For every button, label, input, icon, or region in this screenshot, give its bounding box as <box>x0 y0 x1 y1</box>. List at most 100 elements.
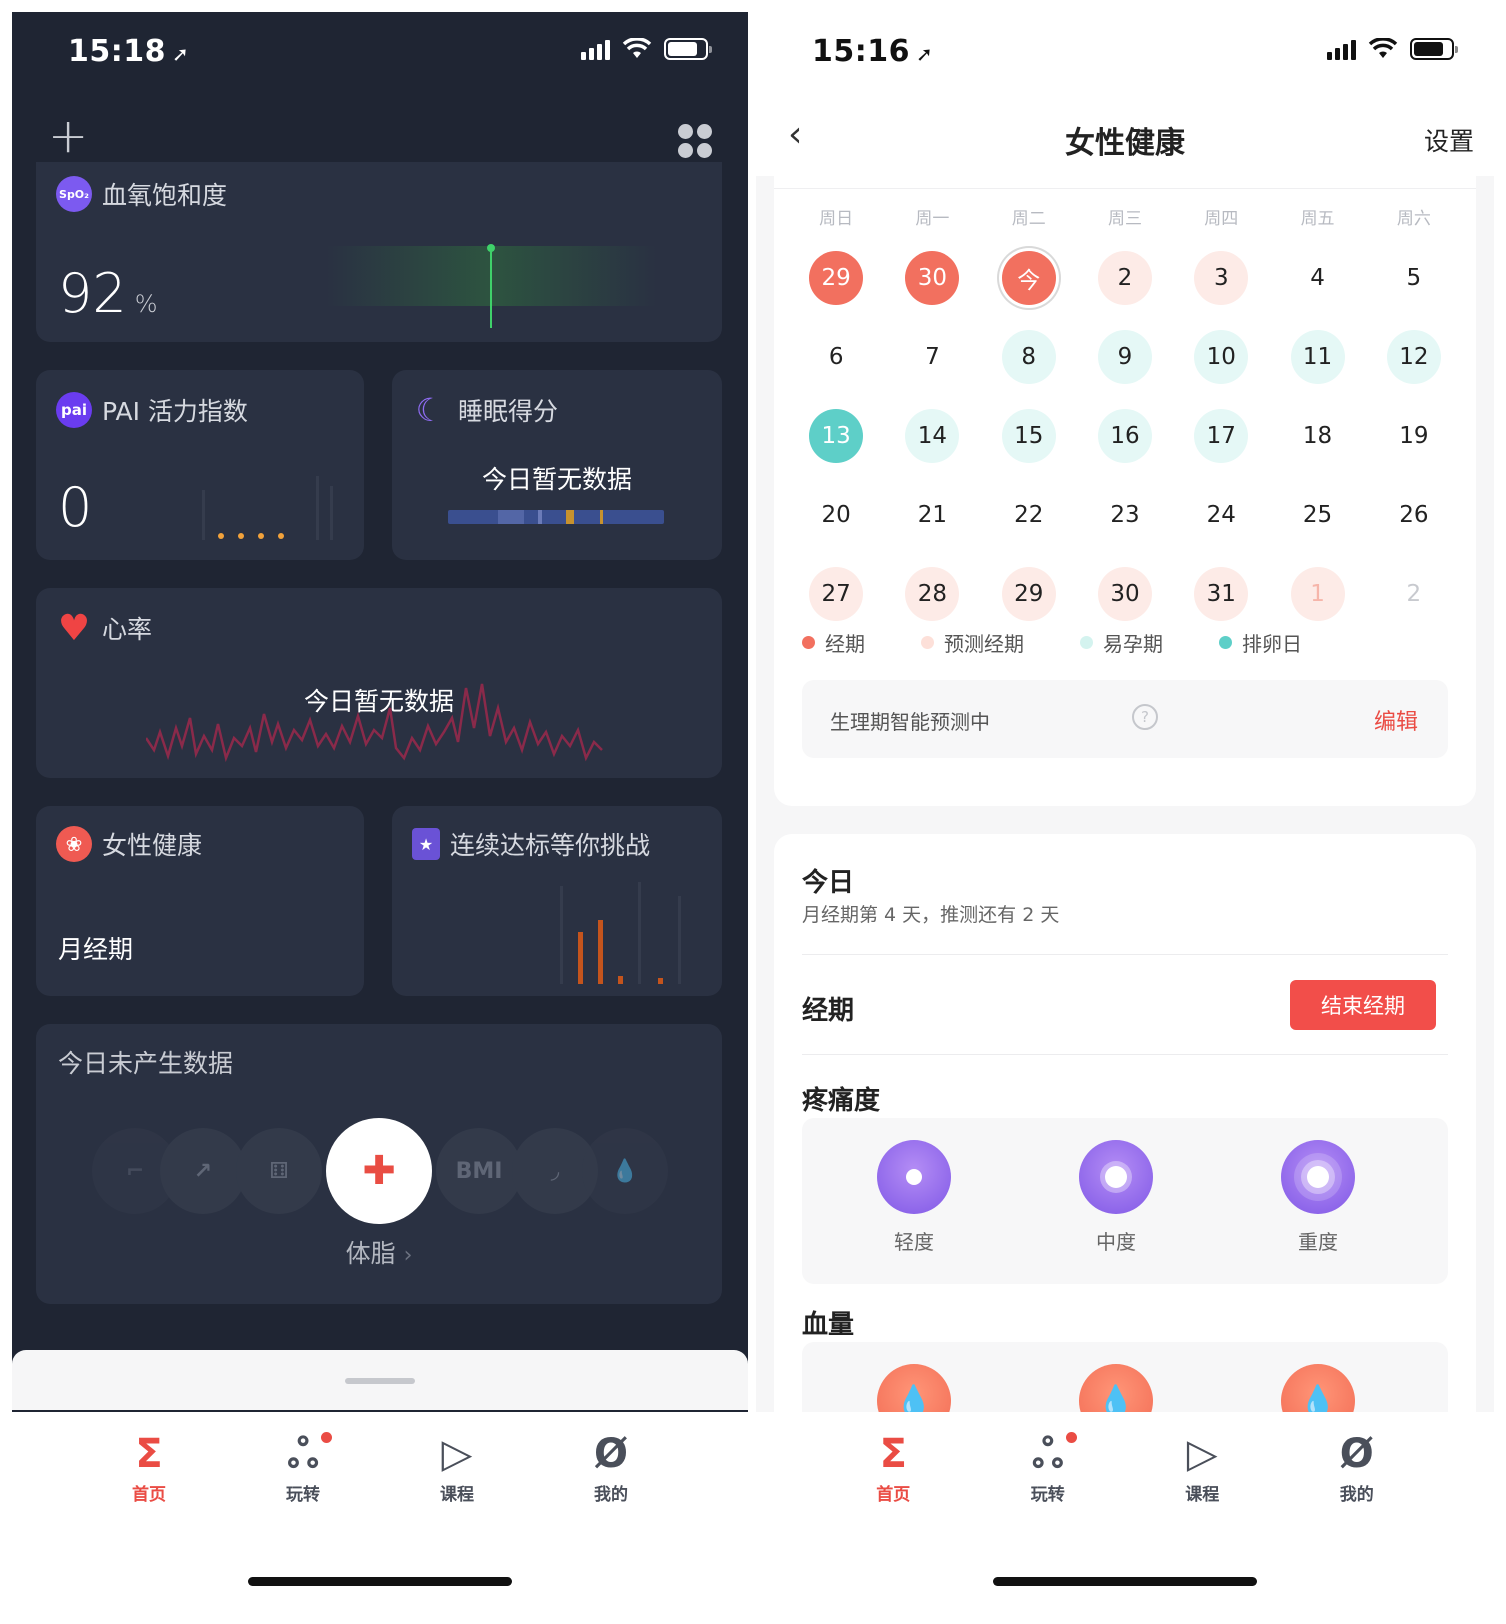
calendar-day[interactable]: 19 <box>1366 396 1462 475</box>
calendar-day[interactable]: 5 <box>1366 238 1462 317</box>
nav-bar: ‹ 女性健康 设置 <box>756 96 1494 176</box>
calendar-day-label: 9 <box>1097 329 1152 384</box>
calendar-day[interactable]: 22 <box>981 475 1077 554</box>
calendar-day-label: 2 <box>1406 580 1422 607</box>
calendar-day[interactable]: 7 <box>884 317 980 396</box>
end-period-button[interactable]: 结束经期 <box>1290 980 1436 1030</box>
pain-option-severe[interactable]: 重度 <box>1258 1140 1378 1255</box>
sleep-card[interactable]: ☾ 睡眠得分 今日暂无数据 <box>392 370 722 560</box>
spo2-icon: SpO₂ <box>56 176 92 212</box>
tab-explore[interactable]: ஃ 玩转 <box>1003 1432 1093 1505</box>
today-title: 今日 <box>802 868 855 898</box>
calendar-day[interactable]: 18 <box>1269 396 1365 475</box>
calendar-day[interactable]: 29 <box>788 238 884 317</box>
calendar-day[interactable]: 8 <box>981 317 1077 396</box>
body-fat-icon[interactable]: ✚ <box>326 1118 432 1224</box>
tab-home[interactable]: Σ 首页 <box>104 1432 194 1505</box>
calendar-day-label: 12 <box>1386 329 1441 384</box>
calendar-legend: 经期 预测经期 易孕期 排卵日 <box>802 628 1302 657</box>
calendar-day[interactable]: 今 <box>981 238 1077 317</box>
calendar-day-label: 16 <box>1097 408 1152 463</box>
edit-button[interactable]: 编辑 <box>1374 704 1418 736</box>
pai-card[interactable]: pai PAI 活力指数 0 <box>36 370 364 560</box>
calendar-day-label: 29 <box>809 250 864 305</box>
calendar-day[interactable]: 6 <box>788 317 884 396</box>
calendar-day[interactable]: 30 <box>884 238 980 317</box>
settings-button[interactable]: 设置 <box>1424 122 1474 158</box>
play-icon: ▷ <box>1186 1431 1218 1477</box>
moon-icon: ☾ <box>415 391 445 429</box>
calendar-day[interactable]: 13 <box>788 396 884 475</box>
calendar-day[interactable]: 16 <box>1077 396 1173 475</box>
bottom-sheet[interactable] <box>12 1350 748 1410</box>
calendar-day[interactable]: 23 <box>1077 475 1173 554</box>
calendar-day[interactable]: 4 <box>1269 238 1365 317</box>
streak-card[interactable]: ★ 连续达标等你挑战 <box>392 806 722 996</box>
tab-profile[interactable]: Ø 我的 <box>1312 1432 1402 1505</box>
notification-dot <box>1065 1432 1077 1443</box>
heart-nodata: 今日暂无数据 <box>303 687 454 716</box>
bmi-icon[interactable]: BMI <box>436 1128 522 1214</box>
calendar-day-label: 23 <box>1110 501 1140 528</box>
calendar-day[interactable]: 2 <box>1366 554 1462 633</box>
calendar-day[interactable]: 11 <box>1269 317 1365 396</box>
legend-dot-icon <box>921 636 934 649</box>
calendar-day[interactable]: 24 <box>1173 475 1269 554</box>
tab-bar: Σ 首页 ஃ 玩转 ▷ 课程 Ø 我的 <box>12 1412 748 1612</box>
home-indicator <box>993 1577 1257 1586</box>
sheet-handle[interactable] <box>345 1378 415 1384</box>
tab-courses[interactable]: ▷ 课程 <box>412 1432 502 1505</box>
spo2-card[interactable]: SpO₂ 血氧饱和度 92% <box>36 162 722 342</box>
weekday-header: 周日 周一 周二 周三 周四 周五 周六 <box>788 204 1462 229</box>
tab-courses[interactable]: ▷ 课程 <box>1157 1432 1247 1505</box>
water-drop-icon[interactable]: 💧 <box>582 1128 668 1214</box>
add-button[interactable]: + <box>48 112 88 160</box>
play-icon: ▷ <box>441 1431 473 1477</box>
pain-option-mild[interactable]: 轻度 <box>854 1140 974 1255</box>
calendar-day[interactable]: 28 <box>884 554 980 633</box>
calendar-day[interactable]: 12 <box>1366 317 1462 396</box>
tab-label: 课程 <box>1185 1485 1220 1505</box>
calendar-day[interactable]: 26 <box>1366 475 1462 554</box>
calendar-day[interactable]: 9 <box>1077 317 1173 396</box>
calendar-day-label: 11 <box>1290 329 1345 384</box>
calendar-day[interactable]: 3 <box>1173 238 1269 317</box>
calendar-day[interactable]: 31 <box>1173 554 1269 633</box>
calendar-day[interactable]: 10 <box>1173 317 1269 396</box>
calendar-day-label: 29 <box>1001 566 1056 621</box>
body-fat-link[interactable]: 体脂 › <box>36 1234 722 1270</box>
calendar-day[interactable]: 1 <box>1269 554 1365 633</box>
help-icon[interactable]: ? <box>1132 704 1158 730</box>
pain-options: 轻度 中度 重度 <box>802 1118 1448 1284</box>
tab-explore[interactable]: ஃ 玩转 <box>258 1432 348 1505</box>
tab-profile[interactable]: Ø 我的 <box>566 1432 656 1505</box>
calendar-day[interactable]: 15 <box>981 396 1077 475</box>
calendar-day[interactable]: 29 <box>981 554 1077 633</box>
pai-icon: pai <box>56 392 92 428</box>
calendar-day[interactable]: 14 <box>884 396 980 475</box>
calendar-day[interactable]: 25 <box>1269 475 1365 554</box>
muscle-icon[interactable]: ↗ <box>160 1128 246 1214</box>
apps-grid-icon[interactable] <box>678 124 712 158</box>
body-data-card[interactable]: 今日未产生数据 ⌐ ↗ ⚅ ✚ BMI ◞ 💧 体脂 › <box>36 1024 722 1304</box>
home-indicator <box>248 1577 512 1586</box>
calendar-day[interactable]: 21 <box>884 475 980 554</box>
calendar-day[interactable]: 17 <box>1173 396 1269 475</box>
pain-severe-icon <box>1281 1140 1355 1214</box>
prediction-box: 生理期智能预测中 ? 编辑 <box>802 680 1448 758</box>
calendar-day-label: 5 <box>1406 264 1422 291</box>
weekday-label: 周二 <box>1011 209 1046 229</box>
heart-rate-card[interactable]: ♥ 心率 今日暂无数据 <box>36 588 722 778</box>
calendar-day[interactable]: 20 <box>788 475 884 554</box>
pain-option-moderate[interactable]: 中度 <box>1056 1140 1176 1255</box>
calendar-day[interactable]: 27 <box>788 554 884 633</box>
streak-chart <box>560 882 681 984</box>
tab-label: 首页 <box>132 1485 166 1505</box>
option-label: 重度 <box>1298 1230 1338 1254</box>
calendar-day[interactable]: 30 <box>1077 554 1173 633</box>
female-health-card[interactable]: ❀ 女性健康 月经期 <box>36 806 364 996</box>
pai-title: PAI 活力指数 <box>102 397 248 426</box>
calendar-day[interactable]: 2 <box>1077 238 1173 317</box>
bone-icon[interactable]: ⚅ <box>236 1128 322 1214</box>
tab-home[interactable]: Σ 首页 <box>848 1432 938 1505</box>
